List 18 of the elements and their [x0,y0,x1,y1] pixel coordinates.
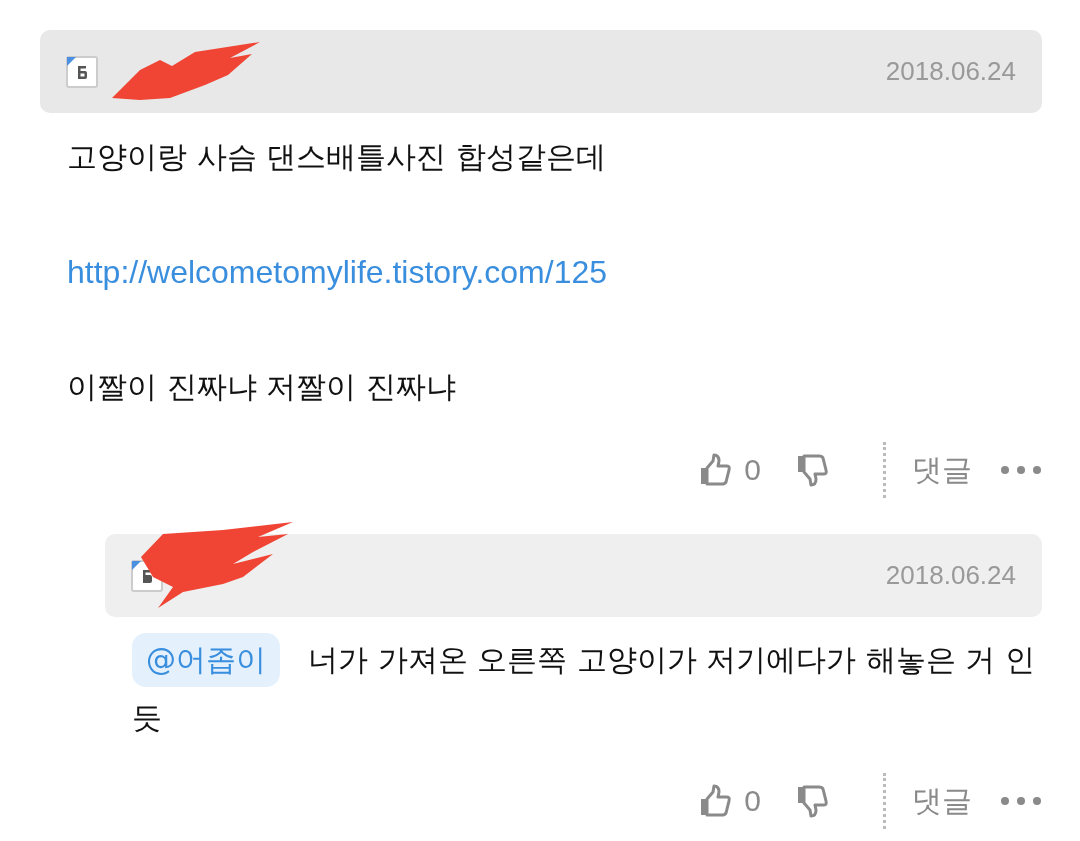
comment-date: 2018.06.24 [885,560,1016,591]
thumbs-up-icon[interactable] [698,453,733,487]
like-count: 0 [744,453,761,487]
more-icon[interactable] [1000,796,1042,806]
reply-link[interactable]: 댓글 [912,780,972,822]
reply-text: @어좁이 너가 가져온 오른쪽 고양이가 저기에다가 해놓은 거 인듯 [132,631,1042,747]
comment-date: 2018.06.24 [885,56,1016,87]
thumbs-up-icon[interactable] [698,784,733,818]
reply-link[interactable]: 댓글 [912,449,972,491]
thumbs-down-icon[interactable] [795,453,829,487]
more-icon[interactable] [1000,465,1042,475]
like-count: 0 [744,784,761,818]
mention-tag[interactable]: @어좁이 [132,633,280,687]
thumbs-down-icon[interactable] [795,784,829,818]
avatar-icon [66,55,98,88]
comment-text: 고양이랑 사슴 댄스배틀사진 합성같은데 [67,138,607,176]
link[interactable]: http://welcometomylife.tistory.com/125 [67,243,1042,301]
comment-text: 이짤이 진짜냐 저짤이 진짜냐 [67,368,457,406]
